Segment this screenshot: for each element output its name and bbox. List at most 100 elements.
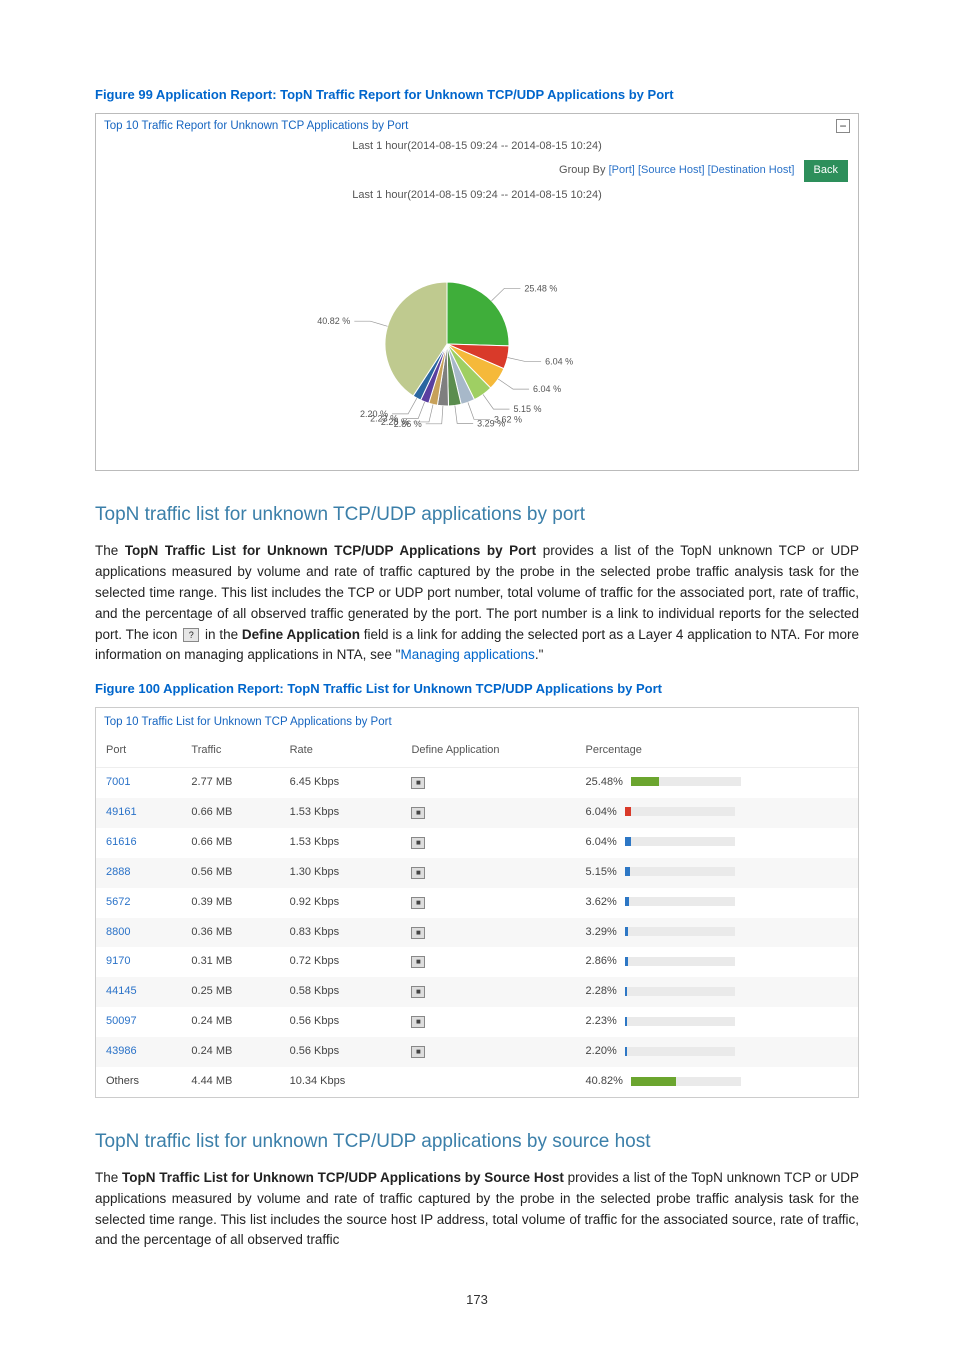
port-link[interactable]: 5672 bbox=[106, 896, 130, 908]
table-row: 491610.66 MB1.53 Kbps■6.04% bbox=[96, 798, 858, 828]
bold-text: TopN Traffic List for Unknown TCP/UDP Ap… bbox=[122, 1170, 564, 1185]
rate-cell: 1.53 Kbps bbox=[280, 828, 402, 858]
table-row: 441450.25 MB0.58 Kbps■2.28% bbox=[96, 977, 858, 1007]
pie-slice-label: 40.82 % bbox=[317, 317, 350, 327]
percentage-value: 2.86% bbox=[586, 955, 617, 967]
percentage-cell: 6.04% bbox=[576, 798, 858, 828]
define-app-icon[interactable]: ■ bbox=[411, 986, 425, 998]
port-link[interactable]: 7001 bbox=[106, 776, 130, 788]
percentage-bar bbox=[625, 1017, 735, 1026]
define-app-icon[interactable]: ■ bbox=[411, 777, 425, 789]
define-app-icon[interactable]: ■ bbox=[411, 1046, 425, 1058]
table-header-row: Port Traffic Rate Define Application Per… bbox=[96, 735, 858, 767]
define-app-icon[interactable]: ■ bbox=[411, 897, 425, 909]
define-app-icon[interactable]: ■ bbox=[411, 867, 425, 879]
port-link[interactable]: 9170 bbox=[106, 955, 130, 967]
figure99-box: Top 10 Traffic Report for Unknown TCP Ap… bbox=[95, 113, 859, 471]
percentage-value: 6.04% bbox=[586, 836, 617, 848]
percentage-value: 3.29% bbox=[586, 926, 617, 938]
percentage-value: 40.82% bbox=[586, 1075, 623, 1087]
back-button[interactable]: Back bbox=[804, 160, 848, 182]
percentage-value: 5.15% bbox=[586, 866, 617, 878]
traffic-cell: 4.44 MB bbox=[181, 1067, 279, 1097]
pie-slice-label: 5.15 % bbox=[513, 404, 541, 414]
th-rate: Rate bbox=[280, 735, 402, 767]
table-row: 500970.24 MB0.56 Kbps■2.23% bbox=[96, 1007, 858, 1037]
percentage-cell: 25.48% bbox=[576, 767, 858, 797]
define-app-icon[interactable]: ■ bbox=[411, 927, 425, 939]
percentage-value: 2.23% bbox=[586, 1015, 617, 1027]
port-link[interactable]: 50097 bbox=[106, 1015, 137, 1027]
managing-applications-link[interactable]: Managing applications bbox=[400, 647, 534, 662]
define-app-icon[interactable]: ■ bbox=[411, 807, 425, 819]
text: The bbox=[95, 1170, 122, 1185]
pie-slice-label: 6.04 % bbox=[545, 357, 573, 367]
port-link[interactable]: 2888 bbox=[106, 866, 130, 878]
percentage-cell: 3.62% bbox=[576, 888, 858, 918]
port-link[interactable]: 8800 bbox=[106, 926, 130, 938]
traffic-cell: 0.66 MB bbox=[181, 828, 279, 858]
traffic-cell: 0.31 MB bbox=[181, 947, 279, 977]
time-header: Last 1 hour(2014-08-15 09:24 -- 2014-08-… bbox=[96, 139, 858, 155]
traffic-cell: 0.36 MB bbox=[181, 918, 279, 948]
report-title: Top 10 Traffic Report for Unknown TCP Ap… bbox=[104, 118, 408, 135]
percentage-cell: 2.28% bbox=[576, 977, 858, 1007]
define-app-icon[interactable]: ■ bbox=[411, 956, 425, 968]
port-link[interactable]: 43986 bbox=[106, 1045, 137, 1057]
rate-cell: 0.58 Kbps bbox=[280, 977, 402, 1007]
traffic-table: Port Traffic Rate Define Application Per… bbox=[96, 735, 858, 1097]
text: The bbox=[95, 543, 125, 558]
rate-cell: 0.83 Kbps bbox=[280, 918, 402, 948]
th-traffic: Traffic bbox=[181, 735, 279, 767]
percentage-cell: 2.20% bbox=[576, 1037, 858, 1067]
pie-slice bbox=[447, 282, 509, 346]
pie-chart: 25.48 %6.04 %6.04 %5.15 %3.62 %3.29 %2.8… bbox=[217, 214, 737, 454]
section1-heading: TopN traffic list for unknown TCP/UDP ap… bbox=[95, 501, 859, 529]
text: ." bbox=[535, 647, 544, 662]
th-define: Define Application bbox=[401, 735, 575, 767]
bold-text: Define Application bbox=[242, 627, 360, 642]
percentage-cell: 3.29% bbox=[576, 918, 858, 948]
rate-cell: 10.34 Kbps bbox=[280, 1067, 402, 1097]
percentage-value: 2.20% bbox=[586, 1045, 617, 1057]
define-app-cell: ■ bbox=[401, 858, 575, 888]
percentage-bar bbox=[625, 957, 735, 966]
figure99-caption: Figure 99 Application Report: TopN Traff… bbox=[95, 86, 859, 105]
page-number: 173 bbox=[95, 1291, 859, 1310]
minimize-icon[interactable]: − bbox=[836, 119, 850, 133]
section1-paragraph: The TopN Traffic List for Unknown TCP/UD… bbox=[95, 541, 859, 667]
percentage-cell: 2.86% bbox=[576, 947, 858, 977]
rate-cell: 0.92 Kbps bbox=[280, 888, 402, 918]
define-app-cell: ■ bbox=[401, 767, 575, 797]
define-app-cell: ■ bbox=[401, 828, 575, 858]
pie-time-label: Last 1 hour(2014-08-15 09:24 -- 2014-08-… bbox=[106, 188, 848, 204]
rate-cell: 0.56 Kbps bbox=[280, 1007, 402, 1037]
rate-cell: 6.45 Kbps bbox=[280, 767, 402, 797]
table-row: 8800 0.36 MB0.83 Kbps ■ 3.29% bbox=[96, 918, 858, 948]
define-app-cell: ■ bbox=[401, 977, 575, 1007]
port-link[interactable]: 49161 bbox=[106, 806, 137, 818]
percentage-bar bbox=[625, 927, 735, 936]
define-app-icon[interactable]: ■ bbox=[411, 837, 425, 849]
define-app-cell: ■ bbox=[401, 918, 575, 948]
table-row: Others4.44 MB10.34 Kbps40.82% bbox=[96, 1067, 858, 1097]
define-app-icon: ? bbox=[183, 628, 199, 642]
define-app-icon[interactable]: ■ bbox=[411, 1016, 425, 1028]
pie-slice-label: 25.48 % bbox=[524, 284, 557, 294]
percentage-cell: 40.82% bbox=[576, 1067, 858, 1097]
bold-text: TopN Traffic List for Unknown TCP/UDP Ap… bbox=[125, 543, 536, 558]
groupby-port-link[interactable]: [Port] bbox=[609, 164, 635, 176]
rate-cell: 1.30 Kbps bbox=[280, 858, 402, 888]
groupby-source-link[interactable]: [Source Host] bbox=[638, 164, 705, 176]
table-row: 28880.56 MB1.30 Kbps■5.15% bbox=[96, 858, 858, 888]
port-link[interactable]: 61616 bbox=[106, 836, 137, 848]
port-link[interactable]: 44145 bbox=[106, 985, 137, 997]
groupby-row: Group By [Port] [Source Host] [Destinati… bbox=[96, 154, 858, 188]
th-percentage: Percentage bbox=[576, 735, 858, 767]
groupby-dest-link[interactable]: [Destination Host] bbox=[708, 164, 795, 176]
table-row: 439860.24 MB0.56 Kbps■2.20% bbox=[96, 1037, 858, 1067]
define-app-cell: ■ bbox=[401, 1007, 575, 1037]
percentage-bar bbox=[625, 1047, 735, 1056]
traffic-cell: 0.39 MB bbox=[181, 888, 279, 918]
traffic-cell: 0.66 MB bbox=[181, 798, 279, 828]
